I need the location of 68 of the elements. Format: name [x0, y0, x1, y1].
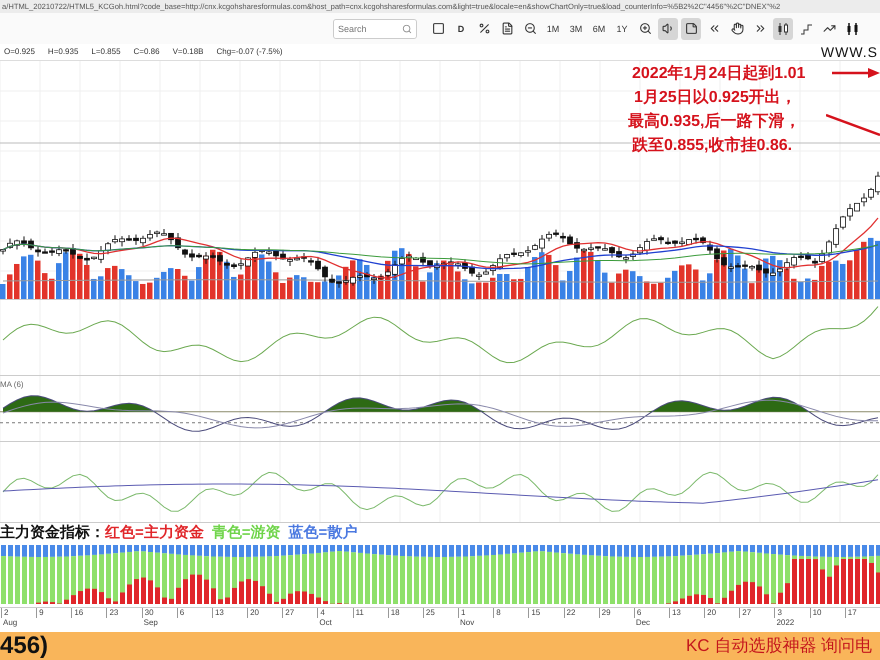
zoom-out-icon	[524, 22, 536, 36]
date-tick-label: 22	[564, 608, 576, 618]
date-tick-label: 2	[1, 608, 8, 618]
date-tick-label: 10	[810, 608, 822, 618]
date-tick-label: 4	[317, 608, 325, 618]
quote-value: C=0.86	[134, 47, 160, 56]
quote-value: O=0.925	[4, 47, 35, 56]
document-icon	[500, 22, 514, 36]
square-icon	[432, 22, 444, 36]
month-label: Aug	[2, 618, 18, 627]
annotation-text: 最高0.935,后一路下滑，	[627, 111, 800, 132]
date-tick-label: 15	[528, 608, 540, 618]
candlestick-icon	[776, 22, 790, 36]
month-label: 2022	[775, 618, 794, 627]
date-tick-label: 9	[36, 608, 44, 618]
slogan-text: KC 自动选股神器 询问电	[686, 635, 872, 658]
date-tick-label: 13	[668, 608, 681, 618]
search-field[interactable]: Search	[333, 18, 417, 39]
indicator-label: MA (6)	[0, 380, 24, 389]
bar-chart-icon	[846, 22, 858, 36]
date-tick-label: 18	[388, 608, 400, 618]
date-tick-label: 23	[106, 608, 118, 618]
quote-value: L=0.855	[91, 47, 121, 56]
quote-value: V=0.18B	[172, 47, 204, 56]
date-tick-label: 29	[598, 608, 611, 618]
date-tick-label: 6	[634, 608, 642, 618]
date-tick-label: 11	[352, 608, 364, 618]
date-tick-label: 3	[774, 608, 782, 618]
hand-icon	[730, 22, 744, 36]
period-button[interactable]: 6M	[589, 18, 609, 40]
month-label: Oct	[318, 618, 332, 627]
legend-text: 主力资金指标：红色=主力资金 青色=游资 蓝色=散户	[0, 522, 358, 542]
date-tick-label: 6	[176, 608, 184, 618]
date-tick-label: 27	[739, 608, 752, 618]
stock-code-text: 456)	[0, 632, 48, 660]
date-tick-label: 8	[493, 608, 501, 618]
period-button[interactable]: D	[451, 18, 471, 40]
date-tick-label: 30	[142, 608, 154, 618]
date-tick-label: 17	[844, 608, 857, 618]
month-label: Dec	[634, 618, 650, 627]
date-tick-label: 20	[704, 608, 716, 618]
date-tick-label: 25	[422, 608, 435, 618]
period-button[interactable]: 1M	[543, 18, 563, 40]
period-button[interactable]: 3M	[566, 18, 586, 40]
toolbar-button[interactable]	[681, 18, 701, 40]
toolbar-button[interactable]	[773, 18, 793, 40]
percent-icon	[478, 22, 490, 36]
note-icon	[684, 22, 698, 36]
month-label: Sep	[142, 618, 158, 627]
annotation-arrow	[832, 66, 880, 79]
speaker-icon	[662, 22, 674, 36]
website-text: WWW.S	[820, 44, 879, 60]
annotation-text: 2022年1月24日起到1.01	[631, 64, 806, 84]
search-icon	[402, 24, 412, 34]
date-tick-label: 20	[247, 608, 259, 618]
month-label: Nov	[459, 618, 474, 627]
date-tick-label: 1	[458, 608, 466, 618]
date-tick-label: 27	[282, 608, 294, 618]
annotation-text: 1月25日以0.925开出，	[633, 88, 797, 108]
annotation-text: 跌至0.855,收市挂0.86.	[631, 135, 792, 156]
step-line-icon	[800, 22, 812, 36]
quote-value: H=0.935	[48, 47, 78, 56]
quote-value: Chg=-0.07 (-7.5%)	[216, 47, 283, 56]
date-tick-label: 13	[212, 608, 224, 618]
date-tick-label: 16	[71, 608, 84, 618]
period-button[interactable]: 1Y	[612, 18, 632, 40]
zoom-in-icon	[638, 22, 652, 36]
toolbar-button[interactable]	[658, 18, 678, 40]
